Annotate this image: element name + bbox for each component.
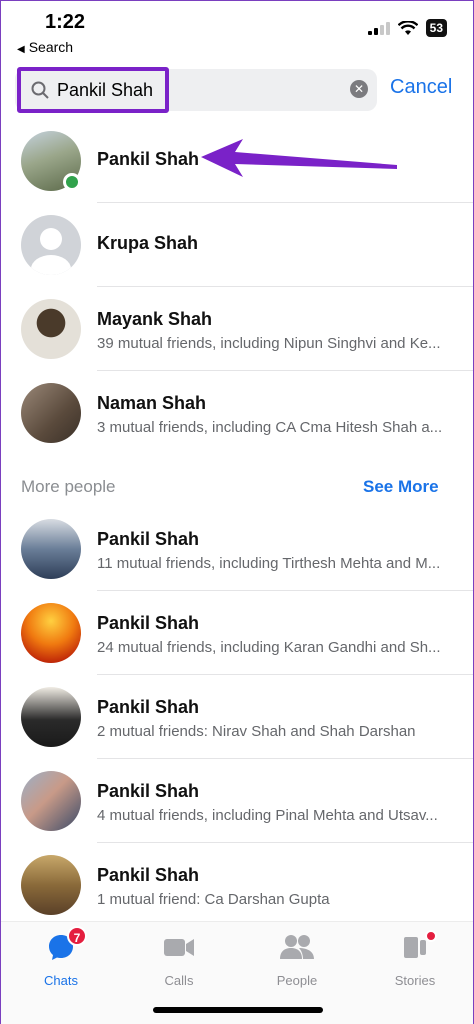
new-story-dot bbox=[425, 930, 437, 942]
result-name: Pankil Shah bbox=[97, 529, 200, 549]
online-status-dot bbox=[63, 173, 81, 191]
result-name: Mayank Shah bbox=[97, 309, 213, 329]
avatar bbox=[21, 855, 81, 915]
avatar bbox=[21, 383, 81, 443]
tab-chats[interactable]: 7 Chats bbox=[21, 926, 101, 988]
result-name: Pankil Shah bbox=[97, 697, 200, 717]
battery-indicator: 53 bbox=[425, 19, 447, 37]
wifi-icon bbox=[397, 20, 418, 35]
search-input-value: Pankil Shah bbox=[57, 79, 154, 100]
avatar bbox=[21, 771, 81, 831]
more-people-row[interactable]: Pankil Shah 11 mutual friends, including… bbox=[1, 507, 473, 591]
result-subtitle: 24 mutual friends, including Karan Gandh… bbox=[97, 639, 441, 656]
see-more-button[interactable]: See More bbox=[363, 477, 439, 497]
more-people-header: More people See More bbox=[1, 473, 473, 501]
unread-badge: 7 bbox=[67, 926, 87, 946]
result-name: Pankil Shah bbox=[97, 781, 200, 801]
result-subtitle: 39 mutual friends, including Nipun Singh… bbox=[97, 335, 441, 352]
result-name: Naman Shah bbox=[97, 393, 207, 413]
result-subtitle: 3 mutual friends, including CA Cma Hites… bbox=[97, 419, 443, 436]
cellular-signal-icon bbox=[367, 21, 390, 35]
result-subtitle: 2 mutual friends: Nirav Shah and Shah Da… bbox=[97, 723, 416, 740]
tab-stories[interactable]: Stories bbox=[375, 930, 455, 988]
status-icons: 53 bbox=[367, 19, 447, 37]
more-people-row[interactable]: Pankil Shah 1 mutual friend: Ca Darshan … bbox=[1, 843, 473, 927]
tab-label: People bbox=[276, 973, 318, 988]
cancel-button[interactable]: Cancel bbox=[390, 76, 452, 99]
result-name: Pankil Shah bbox=[97, 149, 200, 169]
avatar bbox=[21, 215, 81, 275]
tab-people[interactable]: People bbox=[257, 932, 337, 988]
tab-label: Chats bbox=[44, 973, 78, 988]
more-people-row[interactable]: Pankil Shah 2 mutual friends: Nirav Shah… bbox=[1, 675, 473, 759]
result-name: Pankil Shah bbox=[97, 865, 200, 885]
annotation-arrow bbox=[201, 139, 397, 177]
search-icon bbox=[31, 81, 49, 99]
result-name: Pankil Shah bbox=[97, 613, 200, 633]
section-title: More people bbox=[21, 477, 116, 496]
avatar bbox=[21, 299, 81, 359]
avatar bbox=[21, 519, 81, 579]
result-row[interactable]: Naman Shah 3 mutual friends, including C… bbox=[1, 371, 473, 455]
people-icon bbox=[280, 935, 314, 959]
more-people-row[interactable]: Pankil Shah 24 mutual friends, including… bbox=[1, 591, 473, 675]
video-camera-icon bbox=[164, 939, 194, 956]
search-input[interactable]: Pankil Shah bbox=[17, 67, 169, 113]
result-subtitle: 1 mutual friend: Ca Darshan Gupta bbox=[97, 891, 330, 908]
search-bar: Pankil Shah ✕ Cancel bbox=[1, 67, 473, 113]
home-indicator[interactable] bbox=[153, 1007, 323, 1013]
status-time: 1:22 bbox=[45, 11, 86, 33]
result-name: Krupa Shah bbox=[97, 233, 199, 253]
clear-search-icon[interactable]: ✕ bbox=[350, 80, 368, 98]
result-row[interactable]: Krupa Shah bbox=[1, 203, 473, 287]
result-row[interactable]: Mayank Shah 39 mutual friends, including… bbox=[1, 287, 473, 371]
back-label: Search bbox=[28, 39, 74, 55]
result-subtitle: 11 mutual friends, including Tirthesh Me… bbox=[97, 555, 441, 572]
tab-label: Calls bbox=[164, 973, 194, 988]
avatar bbox=[21, 603, 81, 663]
status-bar: 1:22 ◀ Search 53 bbox=[1, 1, 473, 61]
result-subtitle: 4 mutual friends, including Pinal Mehta … bbox=[97, 807, 438, 824]
back-to-search-link[interactable]: ◀ Search bbox=[17, 39, 73, 55]
avatar bbox=[21, 687, 81, 747]
tab-calls[interactable]: Calls bbox=[139, 932, 219, 988]
more-people-row[interactable]: Pankil Shah 4 mutual friends, including … bbox=[1, 759, 473, 843]
tab-label: Stories bbox=[394, 973, 436, 988]
default-profile-icon bbox=[31, 228, 71, 275]
back-triangle-icon: ◀ bbox=[17, 44, 25, 55]
